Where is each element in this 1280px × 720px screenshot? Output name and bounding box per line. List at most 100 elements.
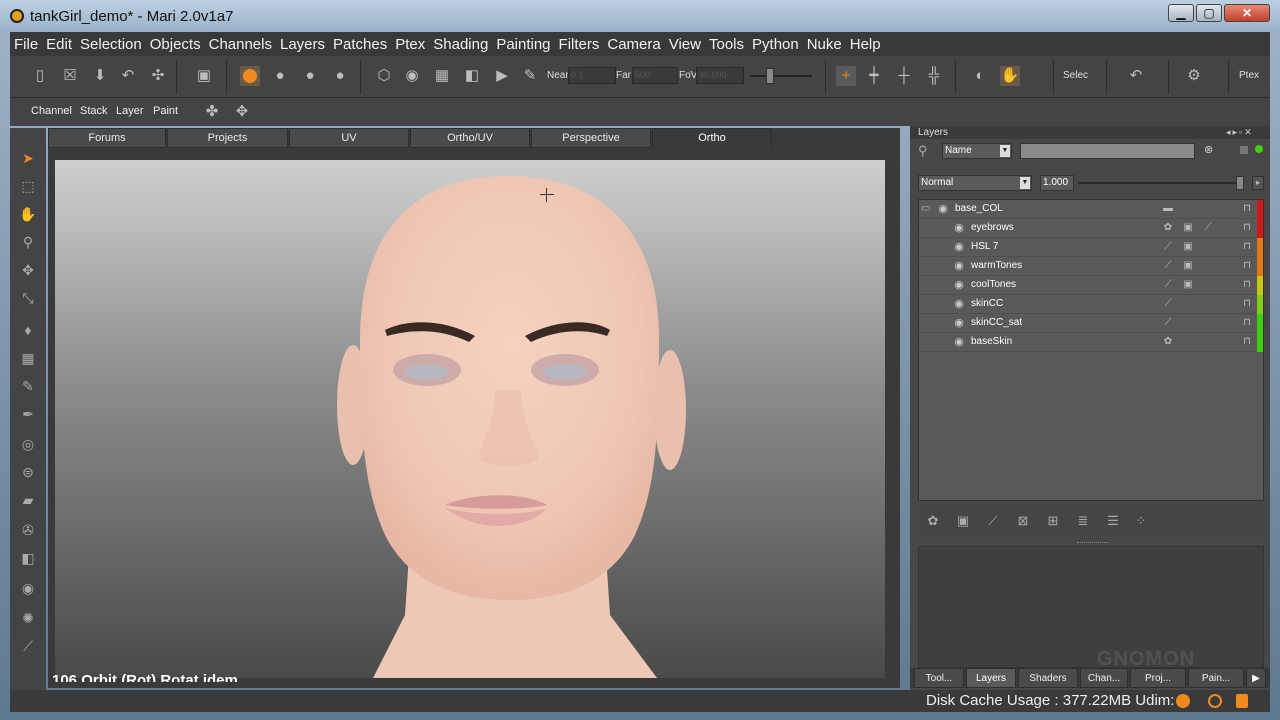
fov-slider-handle[interactable] [766, 68, 774, 84]
centre-icon[interactable]: + [836, 66, 856, 86]
layer-row-hsl-7[interactable]: ◉ HSL 7 ⟋ ▣ ⊓ [919, 238, 1257, 257]
visibility-eye-icon[interactable]: ◉ [951, 336, 967, 348]
eraser-tool-icon[interactable]: ▰ [18, 490, 38, 510]
fov-slider-track[interactable] [750, 75, 812, 77]
stack-tab[interactable]: Stack [80, 105, 108, 117]
lock-icon[interactable]: ⊓ [1241, 317, 1253, 329]
play-icon[interactable]: ▶ [492, 66, 512, 86]
tab-layers[interactable]: Layers [966, 668, 1016, 688]
opacity-slider-handle[interactable] [1236, 176, 1244, 190]
marquee-tool-icon[interactable]: ⬚ [18, 176, 38, 196]
mask-icon[interactable]: ◐ [970, 66, 990, 86]
opacity-arrow-icon[interactable]: ▸ [1252, 176, 1264, 190]
add-filter-icon[interactable]: ⊠ [1014, 512, 1032, 530]
menu-layers[interactable]: Layers [276, 32, 329, 53]
far-input[interactable]: 500 [632, 67, 678, 84]
search-input[interactable] [1020, 143, 1195, 159]
lit-shading-icon[interactable]: ● [330, 66, 350, 86]
layer-row-warmtones[interactable]: ◉ warmTones ⟋ ▣ ⊓ [919, 257, 1257, 276]
hand-tool-icon[interactable]: ✋ [18, 204, 38, 224]
layer-options-icon[interactable]: ⁘ [1132, 512, 1150, 530]
close-button[interactable]: ✕ [1224, 4, 1270, 22]
frame-icon[interactable]: ▣ [194, 66, 214, 86]
settings-icon[interactable]: ⚙ [1184, 66, 1204, 86]
menu-view[interactable]: View [665, 32, 705, 53]
eye-view-icon[interactable]: ◉ [402, 66, 422, 86]
menu-tools[interactable]: Tools [705, 32, 748, 53]
box-view-icon[interactable]: ◧ [462, 66, 482, 86]
opacity-slider-track[interactable] [1078, 182, 1244, 184]
maximize-button[interactable]: ▢ [1196, 4, 1222, 22]
lock-icon[interactable]: ⊓ [1241, 279, 1253, 291]
palette-window-icons[interactable]: ◂▸▫✕ [1226, 127, 1270, 138]
align-v-icon[interactable]: ┼ [894, 66, 914, 86]
menu-file[interactable]: File [10, 32, 42, 53]
select-label[interactable]: Selec [1063, 70, 1088, 81]
add-mask-icon[interactable]: ▣ [954, 512, 972, 530]
tab-ortho[interactable]: Ortho [652, 128, 772, 148]
basic-shading-icon[interactable]: ● [270, 66, 290, 86]
layer-row-base-col[interactable]: ▭ ◉ base_COL ▬ ⊓ [919, 200, 1257, 219]
paint-tab[interactable]: Paint [153, 105, 178, 117]
layer-row-eyebrows[interactable]: ◉ eyebrows ✿ ▣ ⟋ ⊓ [919, 219, 1257, 238]
blend-mode-select[interactable]: Normal ▼ [918, 175, 1032, 191]
pick-layer-icon[interactable]: ✤ [202, 102, 222, 122]
move-tool-icon[interactable]: ✥ [18, 260, 38, 280]
menu-shading[interactable]: Shading [429, 32, 492, 53]
splitter-handle[interactable] [1077, 542, 1109, 544]
filter-toggle-icon[interactable] [1240, 146, 1248, 154]
channel-tab[interactable]: Channel [31, 105, 72, 117]
select-tool-icon[interactable]: ➤ [18, 148, 38, 168]
ptex-label[interactable]: Ptex [1239, 70, 1259, 81]
grid-tool-icon[interactable]: ▦ [18, 348, 38, 368]
add-procedural-icon[interactable]: ✿ [924, 512, 942, 530]
tab-projection[interactable]: Proj... [1130, 668, 1186, 688]
search-mode-select[interactable]: Name ▼ [942, 143, 1012, 159]
tab-perspective[interactable]: Perspective [531, 128, 651, 148]
lock-icon[interactable]: ⊓ [1241, 298, 1253, 310]
clone-tool-icon[interactable]: ✇ [18, 520, 38, 540]
visibility-eye-icon[interactable]: ◉ [951, 279, 967, 291]
clear-search-icon[interactable]: ⊗ [1204, 143, 1218, 157]
visibility-eye-icon[interactable]: ◉ [951, 298, 967, 310]
lock-icon[interactable]: ⊓ [1241, 203, 1253, 215]
circle-tool-icon[interactable]: ◎ [18, 434, 38, 454]
undo-icon[interactable]: ↶ [1126, 66, 1146, 86]
camera-icon[interactable]: ✎ [520, 66, 540, 86]
slide-tool-icon[interactable]: ✺ [18, 608, 38, 628]
stamp-tool-icon[interactable]: ◉ [18, 578, 38, 598]
tab-painting[interactable]: Pain... [1188, 668, 1244, 688]
flat-shading-icon[interactable] [240, 66, 260, 86]
save-icon[interactable]: ⬇ [90, 66, 110, 86]
align-grid-icon[interactable]: ╬ [924, 66, 944, 86]
pick-channel-icon[interactable]: ✥ [232, 102, 252, 122]
menu-filters[interactable]: Filters [555, 32, 604, 53]
picker-tool-icon[interactable]: ⟋ [18, 636, 38, 656]
paint-through-icon[interactable]: ✋ [1000, 66, 1020, 86]
grid-view-icon[interactable]: ▦ [432, 66, 452, 86]
align-h-icon[interactable]: ┿ [864, 66, 884, 86]
new-project-icon[interactable]: ▯ [30, 66, 50, 86]
menu-nuke[interactable]: Nuke [803, 32, 846, 53]
minimize-button[interactable]: ▁ [1168, 4, 1194, 22]
gradient-tool-icon[interactable]: ◧ [18, 548, 38, 568]
close-project-icon[interactable]: ☒ [60, 66, 80, 86]
layer-row-skincc-sat[interactable]: ◉ skinCC_sat ⟋ ⊓ [919, 314, 1257, 333]
tab-shaders[interactable]: Shaders [1018, 668, 1078, 688]
drop-tool-icon[interactable]: ♦ [18, 320, 38, 340]
menu-edit[interactable]: Edit [42, 32, 76, 53]
visibility-eye-icon[interactable]: ◉ [951, 241, 967, 253]
brush-tool-icon[interactable]: ✎ [18, 376, 38, 396]
tab-forums[interactable]: Forums [48, 128, 166, 148]
lock-icon[interactable]: ⊓ [1241, 222, 1253, 234]
menu-channels[interactable]: Channels [205, 32, 276, 53]
menu-python[interactable]: Python [748, 32, 803, 53]
tab-ortho-uv[interactable]: Ortho/UV [410, 128, 530, 148]
fov-input[interactable]: 40.000 [696, 67, 744, 84]
visibility-eye-icon[interactable]: ◉ [951, 260, 967, 272]
cube-view-icon[interactable]: ⬡ [374, 66, 394, 86]
visibility-eye-icon[interactable]: ◉ [951, 222, 967, 234]
tab-projects[interactable]: Projects [167, 128, 288, 148]
lock-icon[interactable]: ⊓ [1241, 260, 1253, 272]
layer-row-cooltones[interactable]: ◉ coolTones ⟋ ▣ ⊓ [919, 276, 1257, 295]
